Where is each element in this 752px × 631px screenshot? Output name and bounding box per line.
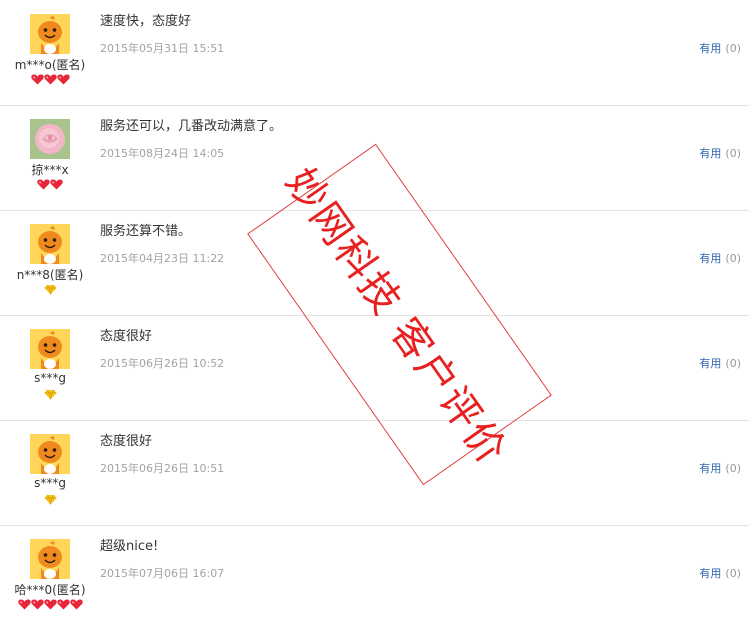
review-content: 态度很好	[100, 329, 153, 344]
review-item: s***g 态度很好 2015年06月26日 10:51 有用 (0)	[0, 420, 749, 526]
useful-count: (0)	[725, 42, 741, 55]
useful-button[interactable]: 有用	[699, 567, 721, 580]
red-heart-badge-icon	[30, 599, 44, 610]
orange-mascot-avatar-icon	[30, 539, 70, 579]
review-content: 服务还可以，几番改动满意了。	[100, 119, 283, 134]
orange-mascot-avatar-icon	[30, 434, 70, 474]
useful-vote: 有用 (0)	[699, 40, 741, 56]
review-content: 超级nice!	[100, 539, 159, 554]
review-date: 2015年05月31日 15:51	[100, 42, 225, 55]
red-heart-badge-icon	[50, 179, 63, 190]
review-date: 2015年07月06日 16:07	[100, 567, 225, 580]
reviewer-credit-badges	[0, 389, 100, 401]
yellow-diamond-badge-icon	[44, 284, 57, 295]
reviewer-credit-badges	[0, 284, 100, 296]
orange-mascot-avatar-icon	[30, 224, 70, 264]
reviewer-credit-badges	[0, 494, 100, 506]
red-heart-badge-icon	[69, 599, 83, 610]
review-item: s***g 态度很好 2015年06月26日 10:52 有用 (0)	[0, 315, 749, 421]
review-item: 掠***x 服务还可以，几番改动满意了。 2015年08月24日 14:05 有用 (0…	[0, 105, 749, 211]
pink-rose-avatar-icon	[30, 119, 70, 159]
reviewer-nickname: s***g	[34, 371, 66, 385]
reviewer-nickname: s***g	[34, 476, 66, 490]
review-date: 2015年08月24日 14:05	[100, 147, 225, 160]
review-content: 速度快，态度好	[100, 14, 192, 29]
useful-count: (0)	[725, 567, 741, 580]
red-heart-badge-icon	[43, 74, 57, 85]
orange-mascot-avatar-icon	[30, 329, 70, 369]
review-item: m***o(匿名) 速度快，态度好 2015年05月31日 15:51 有用 (0)	[0, 0, 749, 106]
reviewer-credit-badges	[0, 179, 100, 191]
reviewer-nickname: 哈***0(匿名)	[14, 583, 86, 597]
red-heart-badge-icon	[30, 74, 44, 85]
reviewer-credit-badges	[0, 74, 100, 86]
useful-vote: 有用 (0)	[699, 145, 741, 161]
useful-button[interactable]: 有用	[699, 357, 721, 370]
red-heart-badge-icon	[43, 599, 57, 610]
useful-vote: 有用 (0)	[699, 565, 741, 581]
review-content: 态度很好	[100, 434, 153, 449]
red-heart-badge-icon	[17, 599, 31, 610]
useful-count: (0)	[725, 357, 741, 370]
review-item: n***8(匿名) 服务还算不错。 2015年04月23日 11:22 有用 (0)	[0, 210, 749, 316]
reviewer-nickname: 掠***x	[31, 163, 69, 177]
useful-count: (0)	[725, 147, 741, 160]
useful-count: (0)	[725, 462, 741, 475]
review-content: 服务还算不错。	[100, 224, 192, 239]
reviewer-nickname: m***o(匿名)	[14, 58, 86, 72]
yellow-diamond-badge-icon	[44, 389, 57, 400]
useful-button[interactable]: 有用	[699, 252, 721, 265]
red-heart-badge-icon	[37, 179, 50, 190]
yellow-diamond-badge-icon	[44, 494, 57, 505]
useful-button[interactable]: 有用	[699, 462, 721, 475]
reviewer-nickname: n***8(匿名)	[16, 268, 84, 282]
useful-vote: 有用 (0)	[699, 250, 741, 266]
reviewer-credit-badges	[0, 599, 100, 611]
review-item: 哈***0(匿名) 超级nice! 2015年07月06日 16:07 有用 (0)	[0, 525, 749, 630]
useful-vote: 有用 (0)	[699, 355, 741, 371]
review-date: 2015年06月26日 10:51	[100, 462, 225, 475]
review-date: 2015年04月23日 11:22	[100, 252, 225, 265]
orange-mascot-avatar-icon	[30, 14, 70, 54]
useful-button[interactable]: 有用	[699, 147, 721, 160]
review-date: 2015年06月26日 10:52	[100, 357, 225, 370]
useful-button[interactable]: 有用	[699, 42, 721, 55]
useful-vote: 有用 (0)	[699, 460, 741, 476]
useful-count: (0)	[725, 252, 741, 265]
red-heart-badge-icon	[56, 599, 70, 610]
red-heart-badge-icon	[56, 74, 70, 85]
